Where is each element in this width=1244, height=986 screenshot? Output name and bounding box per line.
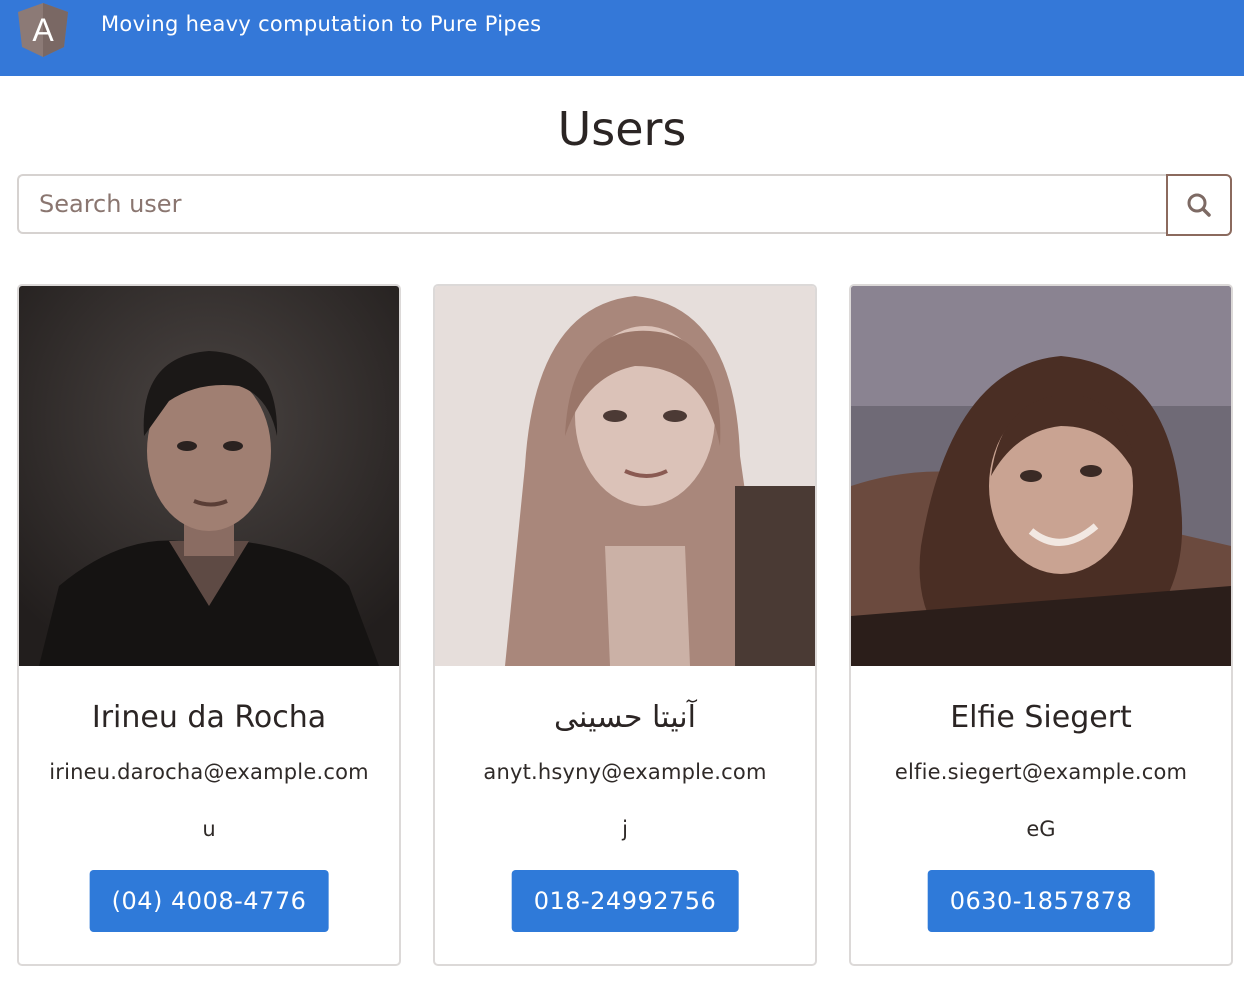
phone-button[interactable]: 0630-1857878: [927, 870, 1155, 932]
phone-button[interactable]: (04) 4008-4776: [89, 870, 329, 932]
search-input[interactable]: [17, 174, 1167, 234]
page-title: Users: [557, 102, 687, 156]
phone-button[interactable]: 018-24992756: [511, 870, 739, 932]
search-icon: [1187, 193, 1211, 217]
user-email: irineu.darocha@example.com: [49, 760, 369, 784]
user-nat: j: [622, 817, 628, 841]
user-name: آنیتا حسینی: [554, 700, 696, 735]
user-avatar: [19, 286, 399, 666]
user-avatar: [851, 286, 1231, 666]
user-card: Irineu da Rocha irineu.darocha@example.c…: [17, 284, 401, 966]
user-avatar: [435, 286, 815, 666]
user-email: anyt.hsyny@example.com: [483, 760, 767, 784]
angular-logo-icon: A: [18, 3, 68, 57]
user-card: Elfie Siegert elfie.siegert@example.com …: [849, 284, 1233, 966]
top-navbar: A Moving heavy computation to Pure Pipes: [0, 0, 1244, 76]
user-email: elfie.siegert@example.com: [894, 760, 1188, 784]
user-name: Irineu da Rocha: [91, 700, 327, 735]
app-title: Moving heavy computation to Pure Pipes: [101, 12, 542, 36]
user-nat: u: [202, 817, 216, 841]
user-card: آنیتا حسینی anyt.hsyny@example.com j 018…: [433, 284, 817, 966]
user-name: Elfie Siegert: [950, 700, 1132, 735]
svg-text:A: A: [32, 12, 54, 48]
search-button[interactable]: [1166, 174, 1232, 236]
user-nat: eG: [1026, 817, 1056, 841]
